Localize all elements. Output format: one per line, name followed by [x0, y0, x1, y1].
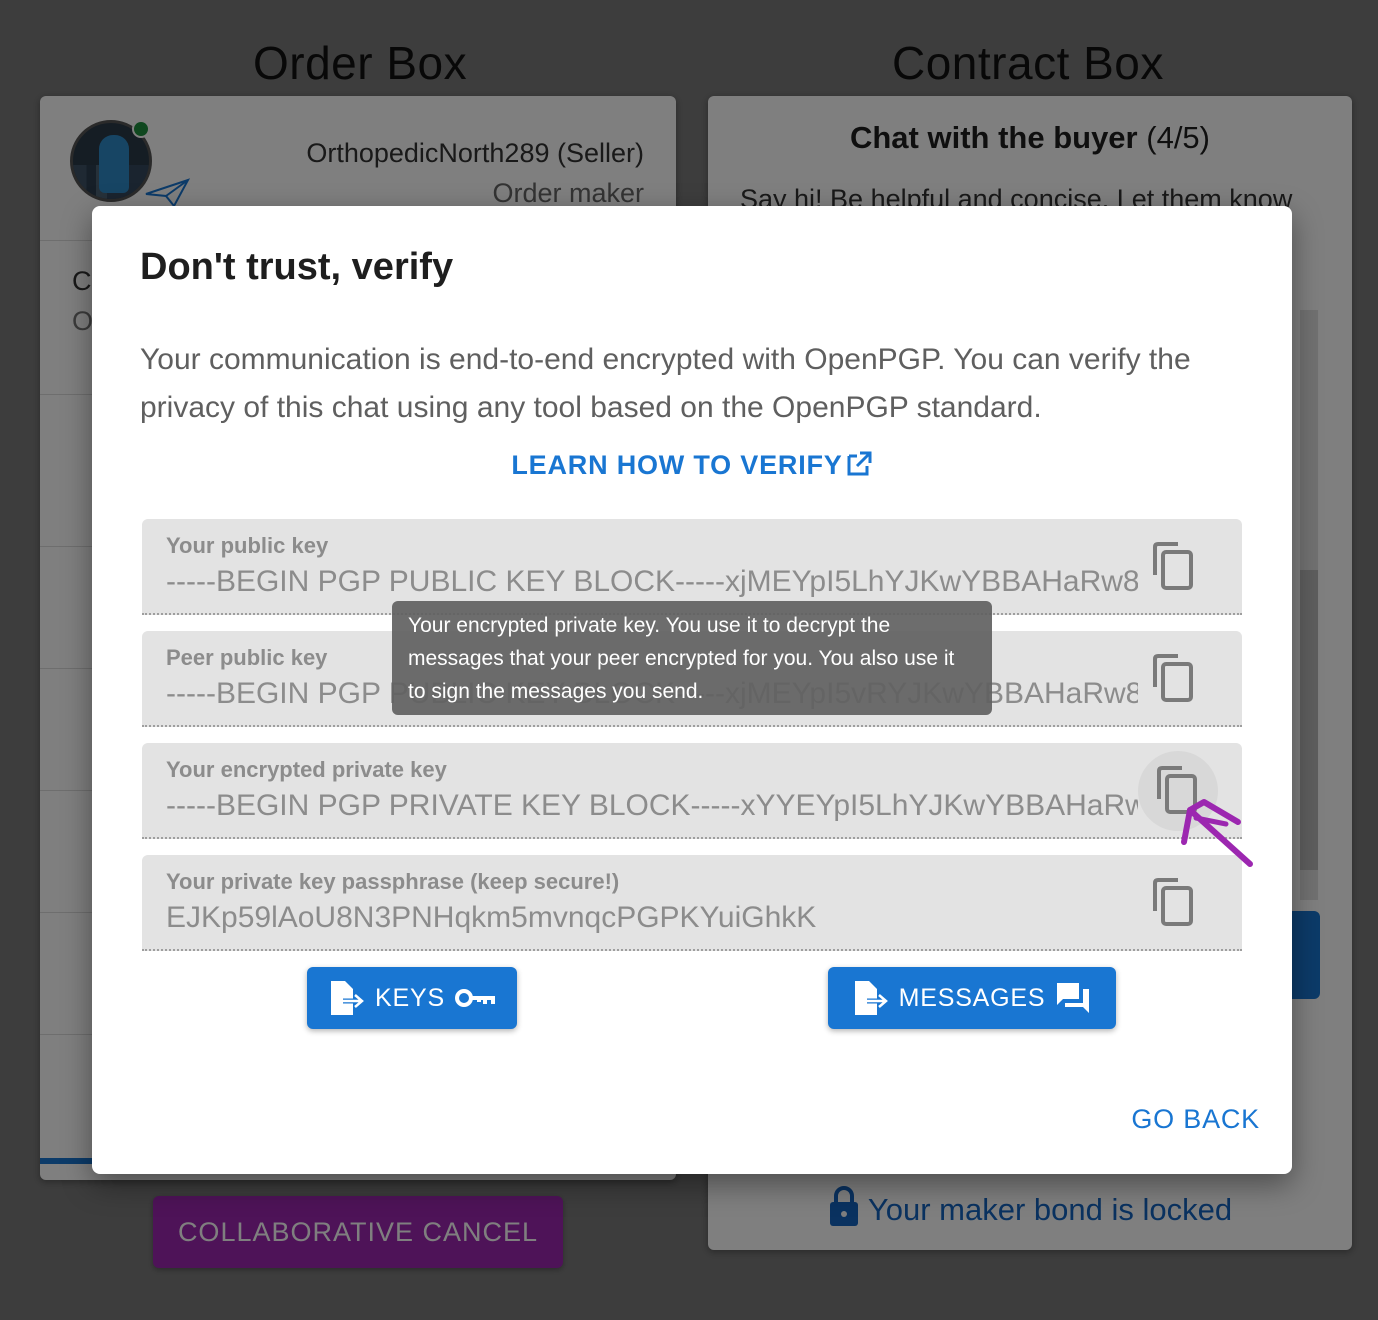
go-back-button[interactable]: GO BACK: [1131, 1104, 1260, 1135]
export-keys-button[interactable]: KEYS: [307, 967, 517, 1029]
keys-button-label: KEYS: [375, 983, 445, 1012]
encrypted-private-key-field[interactable]: Your encrypted private key -----BEGIN PG…: [142, 743, 1242, 839]
external-link-icon: [847, 451, 872, 476]
copy-button[interactable]: [1150, 653, 1198, 705]
passphrase-value[interactable]: EJKp59lAoU8N3PNHqkm5mvnqcPGPKYuiGhkK: [166, 901, 1138, 935]
field-label: Peer public key: [166, 645, 328, 670]
field-label: Your public key: [166, 533, 329, 558]
learn-how-to-verify-link[interactable]: LEARN HOW TO VERIFY: [92, 450, 1292, 481]
field-label: Your private key passphrase (keep secure…: [166, 869, 620, 894]
forum-icon: [1057, 983, 1090, 1013]
file-export-icon: [331, 981, 366, 1015]
copy-icon: [1153, 878, 1193, 926]
dialog-description: Your communication is end-to-end encrypt…: [140, 343, 1191, 424]
private-key-tooltip: Your encrypted private key. You use it t…: [392, 601, 992, 715]
copy-button[interactable]: [1150, 541, 1198, 593]
export-messages-button[interactable]: MESSAGES: [828, 967, 1116, 1029]
copy-icon: [1153, 542, 1193, 590]
file-export-icon: [854, 981, 889, 1015]
copy-icon: [1153, 654, 1193, 702]
dialog-title: Don't trust, verify: [140, 246, 454, 288]
public-key-value[interactable]: -----BEGIN PGP PUBLIC KEY BLOCK-----xjME…: [166, 565, 1138, 599]
learn-link-label: LEARN HOW TO VERIFY: [511, 450, 843, 480]
messages-button-label: MESSAGES: [898, 983, 1046, 1012]
encrypted-private-key-value[interactable]: -----BEGIN PGP PRIVATE KEY BLOCK-----xYY…: [166, 789, 1138, 823]
passphrase-field[interactable]: Your private key passphrase (keep secure…: [142, 855, 1242, 951]
annotation-arrow-icon: [1181, 799, 1253, 867]
copy-button[interactable]: [1150, 877, 1198, 929]
field-label: Your encrypted private key: [166, 757, 447, 782]
key-icon: [454, 989, 495, 1007]
